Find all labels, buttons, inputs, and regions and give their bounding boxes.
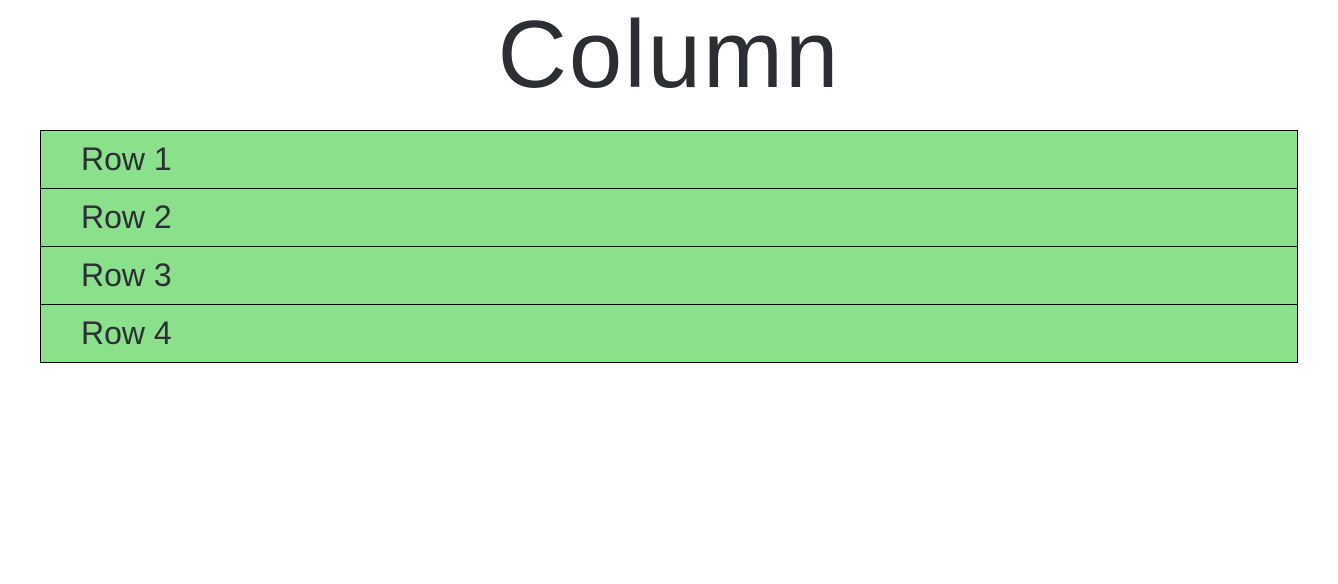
table-row: Row 3	[41, 247, 1298, 305]
table-row: Row 2	[41, 189, 1298, 247]
table-row: Row 1	[41, 131, 1298, 189]
page-title: Column	[40, 0, 1298, 110]
page-container: Column Row 1 Row 2 Row 3 Row 4	[0, 0, 1338, 363]
table-cell: Row 4	[41, 305, 1298, 363]
table-cell: Row 3	[41, 247, 1298, 305]
data-table: Row 1 Row 2 Row 3 Row 4	[40, 130, 1298, 363]
table-row: Row 4	[41, 305, 1298, 363]
table-cell: Row 2	[41, 189, 1298, 247]
table-cell: Row 1	[41, 131, 1298, 189]
